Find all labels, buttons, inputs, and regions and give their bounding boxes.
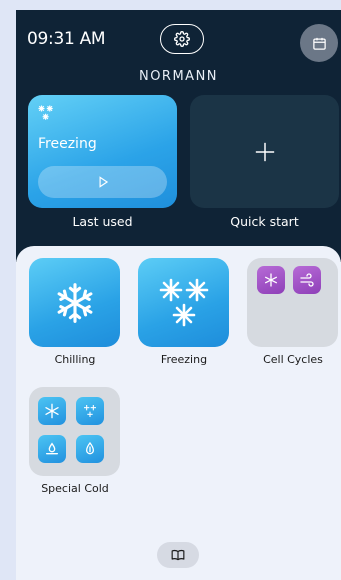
liquid-drop-icon	[38, 435, 66, 463]
quick-start-card[interactable]	[190, 95, 339, 208]
program-label: Special Cold	[41, 482, 109, 495]
ventilation-icon	[293, 266, 321, 294]
quick-start-caption: Quick start	[230, 214, 299, 229]
program-special-cold[interactable]	[29, 387, 120, 476]
settings-button[interactable]	[160, 24, 204, 54]
play-button[interactable]	[38, 166, 167, 198]
book-icon	[171, 549, 185, 561]
manual-button[interactable]	[157, 542, 199, 568]
program-freezing[interactable]	[138, 258, 229, 347]
brand-logo: NORMANN	[138, 69, 219, 84]
plus-icon	[255, 142, 274, 161]
gear-icon	[174, 31, 190, 47]
snowflake-icon	[38, 397, 66, 425]
program-label: Freezing	[160, 353, 208, 366]
program-label: Chilling	[54, 353, 96, 366]
program-label: Cell Cycles	[263, 353, 323, 366]
triple-snowflake-icon	[159, 278, 208, 326]
calendar-icon	[312, 37, 326, 50]
app-screen: 09:31 AM NORMANN Freezing Last used Quic…	[16, 10, 341, 580]
calendar-button[interactable]	[300, 24, 338, 62]
probe-icon	[76, 435, 104, 463]
program-chilling[interactable]	[29, 258, 120, 347]
play-icon	[99, 176, 108, 188]
snowflake-icon	[57, 282, 92, 323]
triple-snowflake-icon	[38, 105, 53, 120]
last-used-caption: Last used	[72, 214, 133, 229]
header-area: 09:31 AM NORMANN Freezing Last used Quic…	[16, 10, 341, 262]
clock-time: 09:31 AM	[27, 29, 106, 49]
last-used-card[interactable]: Freezing	[28, 95, 177, 208]
triple-snowflake-icon	[76, 397, 104, 425]
last-used-program: Freezing	[38, 136, 97, 152]
defrost-icon	[257, 266, 285, 294]
program-cell-cycles[interactable]	[247, 258, 338, 347]
